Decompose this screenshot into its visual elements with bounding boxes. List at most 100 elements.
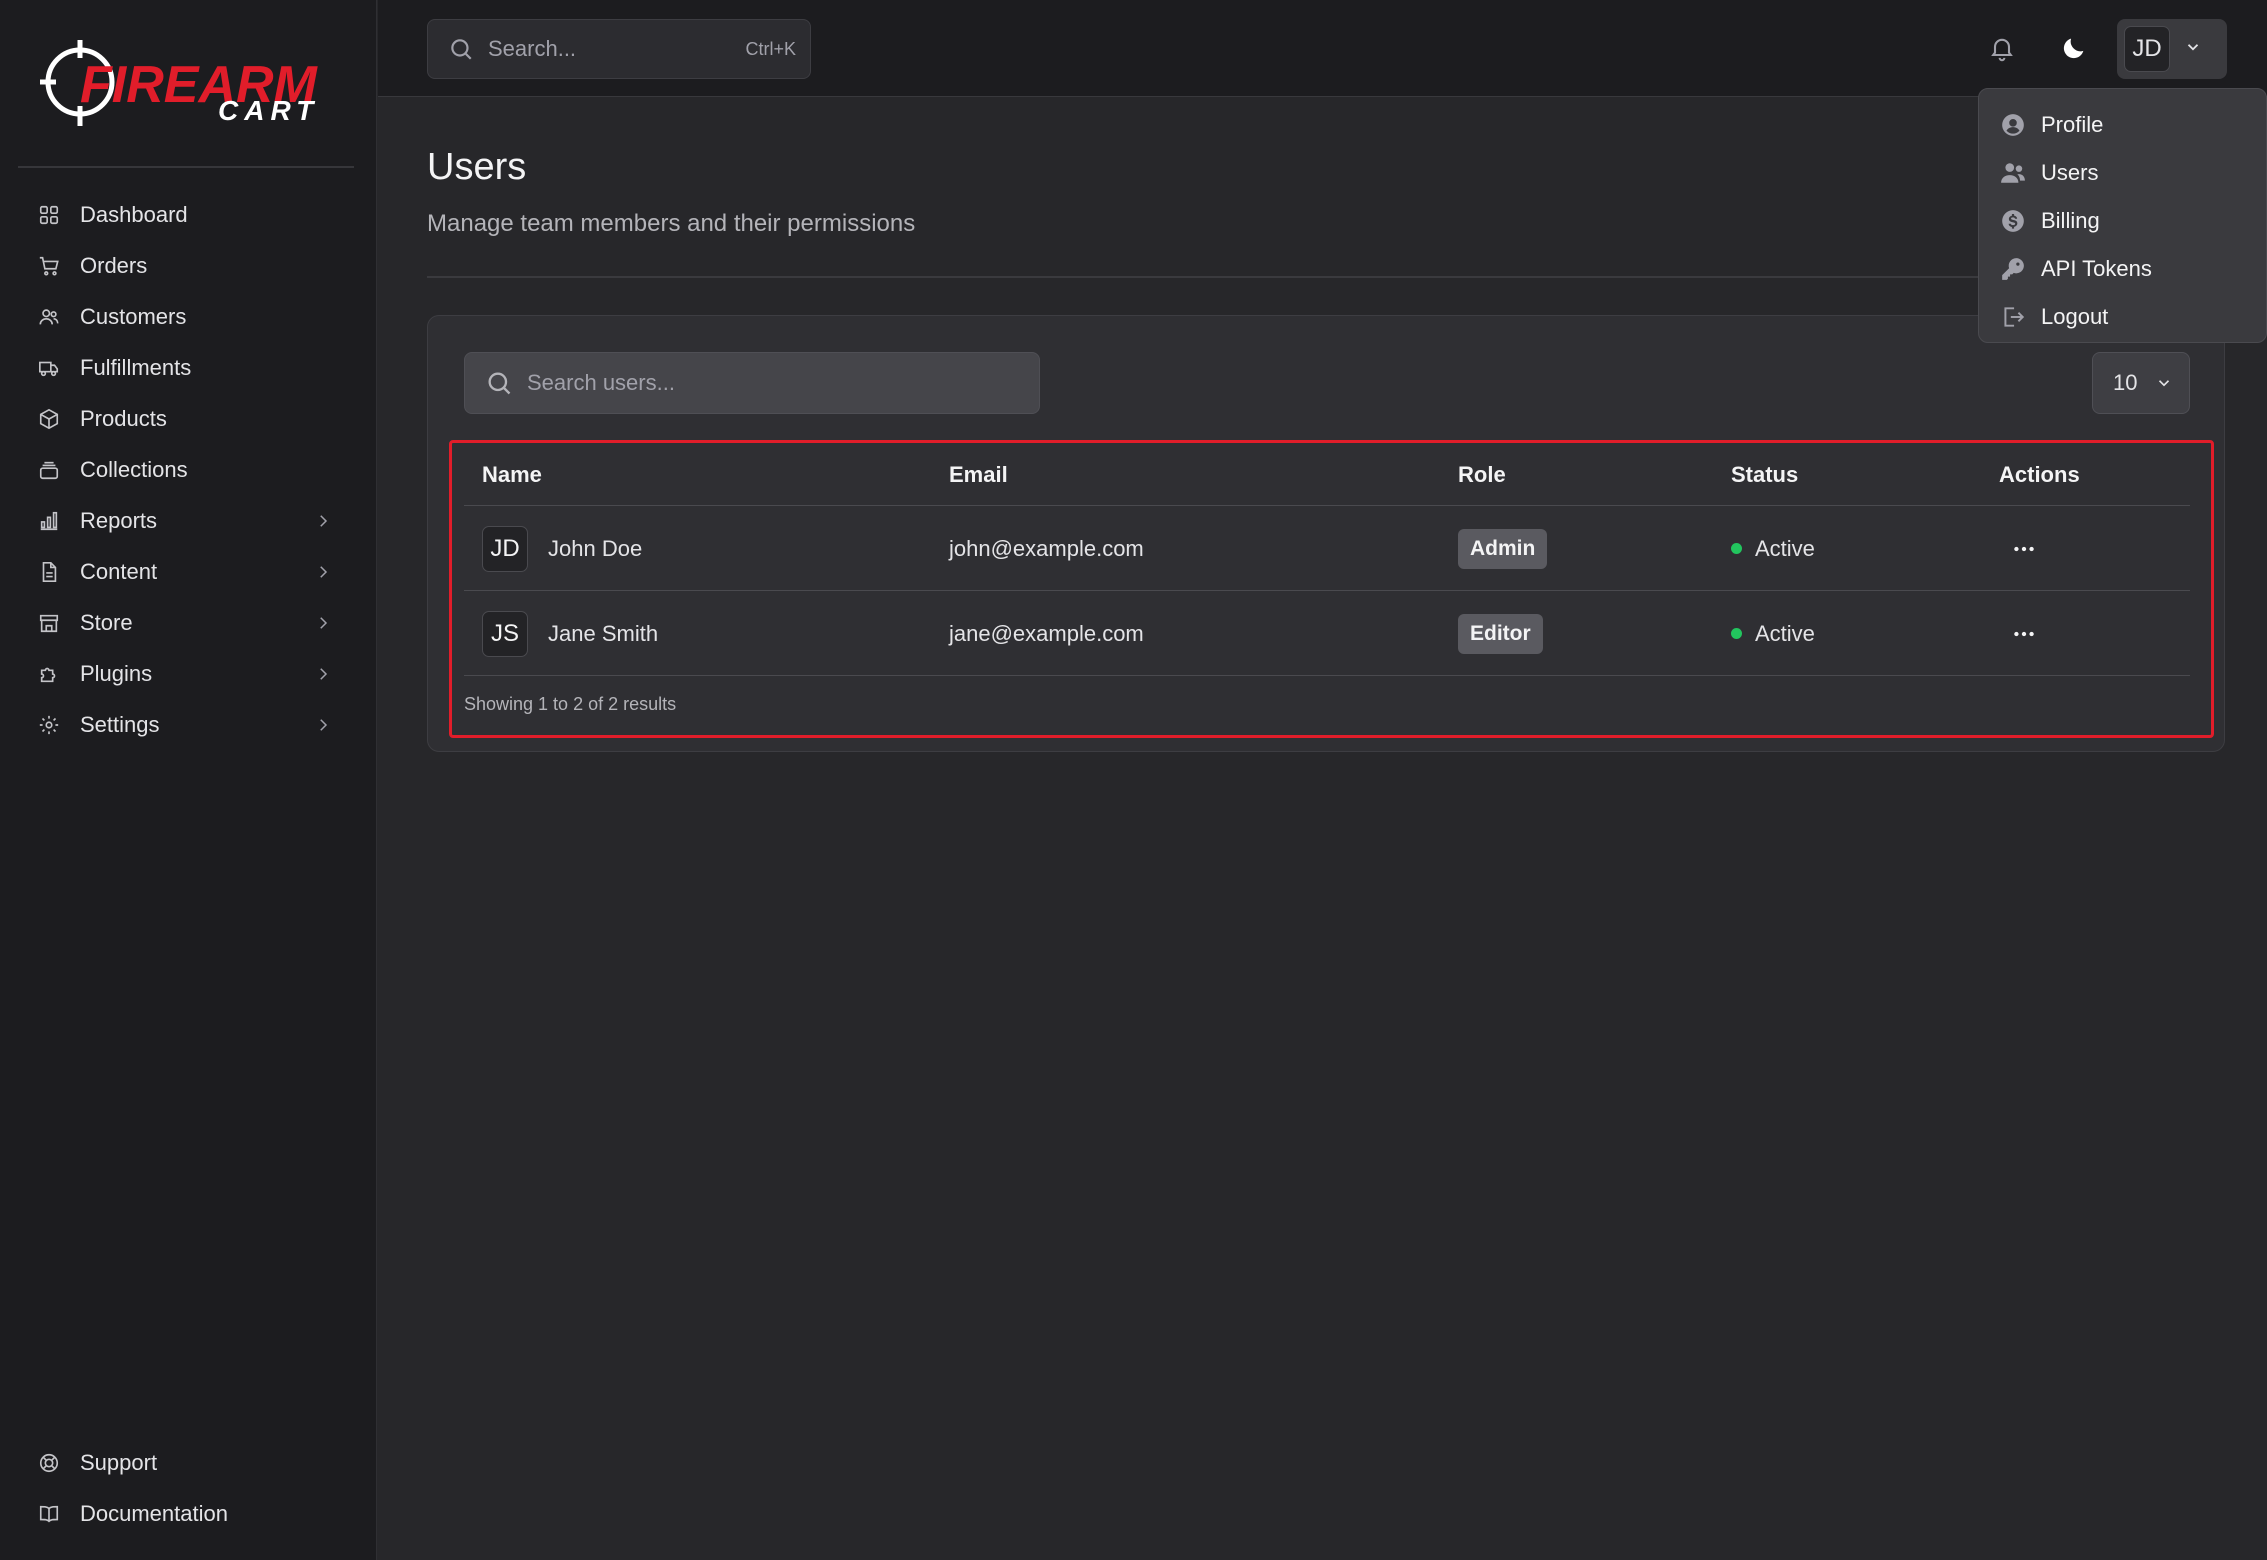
menu-item-billing[interactable]: Billing bbox=[1979, 197, 2266, 245]
column-header-actions: Actions bbox=[1999, 462, 2080, 487]
column-header-email[interactable]: Email bbox=[949, 462, 1008, 488]
sidebar-item-dashboard[interactable]: Dashboard bbox=[18, 189, 354, 240]
sidebar-item-products[interactable]: Products bbox=[18, 393, 354, 444]
chevron-right-icon bbox=[314, 714, 334, 734]
chevron-down-icon bbox=[2184, 38, 2202, 61]
status-cell: Active bbox=[1731, 506, 1815, 591]
users-table: Name Email Role Status Actions JD John D… bbox=[449, 440, 2214, 738]
sidebar-item-fulfillments[interactable]: Fulfillments bbox=[18, 342, 354, 393]
search-icon bbox=[451, 39, 472, 60]
avatar: JS bbox=[482, 610, 528, 657]
user-menu-button[interactable]: JD bbox=[2117, 19, 2227, 79]
role-cell: Admin bbox=[1458, 506, 1548, 591]
role-cell: Editor bbox=[1458, 591, 1543, 676]
menu-item-label: API Tokens bbox=[2041, 256, 2152, 281]
menu-item-api-tokens[interactable]: API Tokens bbox=[1979, 245, 2266, 293]
actions-cell bbox=[2004, 506, 2044, 591]
user-circle-icon bbox=[1999, 111, 2027, 139]
grid-icon bbox=[37, 203, 61, 227]
sidebar-item-label: Products bbox=[80, 405, 167, 431]
column-header-name[interactable]: Name bbox=[482, 462, 542, 488]
sidebar-item-plugins[interactable]: Plugins bbox=[18, 648, 354, 699]
sidebar-item-label: Collections bbox=[80, 456, 188, 482]
table-row[interactable]: JS Jane Smith jane@example.com Editor Ac… bbox=[464, 591, 2190, 676]
user-name: John Doe bbox=[548, 535, 643, 561]
menu-item-label: Profile bbox=[2041, 112, 2104, 137]
status-dot-icon bbox=[1731, 543, 1742, 554]
user-dropdown-menu: Profile Users Billing API Tokens Logout bbox=[1978, 88, 2267, 343]
cart-icon bbox=[37, 254, 61, 278]
sidebar-item-label: Support bbox=[80, 1449, 158, 1475]
more-actions-icon[interactable] bbox=[2004, 614, 2044, 654]
status-text: Active bbox=[1755, 620, 1815, 646]
sidebar-item-label: Dashboard bbox=[80, 201, 188, 227]
page-size-select[interactable]: 10 bbox=[2092, 352, 2190, 414]
sidebar-item-documentation[interactable]: Documentation bbox=[18, 1488, 354, 1539]
brand-logo[interactable]: FIREARM CART bbox=[40, 36, 330, 130]
menu-item-users[interactable]: Users bbox=[1979, 149, 2266, 197]
sidebar-item-customers[interactable]: Customers bbox=[18, 291, 354, 342]
bell-icon[interactable] bbox=[1982, 28, 2022, 68]
chevron-right-icon bbox=[314, 561, 334, 581]
puzzle-icon bbox=[37, 662, 61, 686]
svg-text:CART: CART bbox=[218, 95, 319, 126]
pagination-summary: Showing 1 to 2 of 2 results bbox=[464, 694, 677, 714]
page-subtitle: Manage team members and their permission… bbox=[427, 210, 916, 237]
sidebar-nav: Dashboard Orders Customers Fulfillments … bbox=[18, 189, 354, 750]
users-icon bbox=[1999, 159, 2027, 187]
user-name: Jane Smith bbox=[548, 620, 659, 646]
top-bar: Search... Ctrl+K JD bbox=[378, 0, 2267, 97]
sidebar-item-label: Customers bbox=[80, 303, 187, 329]
actions-cell bbox=[2004, 591, 2044, 676]
sidebar-item-reports[interactable]: Reports bbox=[18, 495, 354, 546]
dollar-icon bbox=[1999, 207, 2027, 235]
sidebar-item-label: Fulfillments bbox=[80, 354, 192, 380]
key-icon bbox=[1999, 255, 2027, 283]
global-search-input[interactable]: Search... Ctrl+K bbox=[427, 19, 811, 79]
box-icon bbox=[37, 407, 61, 431]
avatar: JD bbox=[482, 525, 528, 572]
document-icon bbox=[37, 560, 61, 584]
bar-chart-icon bbox=[37, 509, 61, 533]
menu-item-label: Users bbox=[2041, 160, 2099, 185]
user-search-input[interactable] bbox=[527, 370, 1007, 396]
sidebar-item-settings[interactable]: Settings bbox=[18, 699, 354, 750]
truck-icon bbox=[37, 356, 61, 380]
chevron-right-icon bbox=[314, 663, 334, 683]
stack-icon bbox=[37, 458, 61, 482]
sidebar-item-label: Store bbox=[80, 609, 133, 635]
column-header-status[interactable]: Status bbox=[1731, 462, 1798, 488]
sidebar: FIREARM CART Dashboard Orders Customers … bbox=[0, 0, 377, 1560]
email-cell: jane@example.com bbox=[949, 620, 1144, 646]
sidebar-item-label: Orders bbox=[80, 252, 148, 278]
role-badge: Editor bbox=[1458, 613, 1543, 654]
chevron-right-icon bbox=[314, 612, 334, 632]
search-shortcut: Ctrl+K bbox=[745, 38, 796, 59]
avatar: JD bbox=[2124, 26, 2170, 72]
chevron-right-icon bbox=[314, 510, 334, 530]
menu-item-profile[interactable]: Profile bbox=[1979, 101, 2266, 149]
sidebar-item-support[interactable]: Support bbox=[18, 1437, 354, 1488]
more-actions-icon[interactable] bbox=[2004, 529, 2044, 569]
logout-icon bbox=[1999, 303, 2027, 331]
table-row[interactable]: JD John Doe john@example.com Admin Activ… bbox=[464, 506, 2190, 591]
sidebar-item-label: Plugins bbox=[80, 660, 153, 686]
store-icon bbox=[37, 611, 61, 635]
sidebar-item-content[interactable]: Content bbox=[18, 546, 354, 597]
user-search-field[interactable] bbox=[464, 352, 1040, 414]
name-cell: JD John Doe bbox=[482, 506, 642, 591]
table-header: Name Email Role Status Actions bbox=[464, 443, 2190, 506]
sidebar-item-orders[interactable]: Orders bbox=[18, 240, 354, 291]
book-icon bbox=[37, 1502, 61, 1526]
moon-icon[interactable] bbox=[2054, 28, 2094, 68]
menu-item-label: Logout bbox=[2041, 304, 2109, 329]
search-placeholder: Search... bbox=[488, 36, 577, 61]
sidebar-item-collections[interactable]: Collections bbox=[18, 444, 354, 495]
menu-item-logout[interactable]: Logout bbox=[1979, 293, 2266, 341]
sidebar-item-store[interactable]: Store bbox=[18, 597, 354, 648]
chevron-down-icon bbox=[2159, 380, 2170, 387]
column-header-role[interactable]: Role bbox=[1458, 462, 1506, 488]
sidebar-divider bbox=[18, 166, 354, 168]
gear-icon bbox=[37, 713, 61, 737]
status-cell: Active bbox=[1731, 591, 1815, 676]
